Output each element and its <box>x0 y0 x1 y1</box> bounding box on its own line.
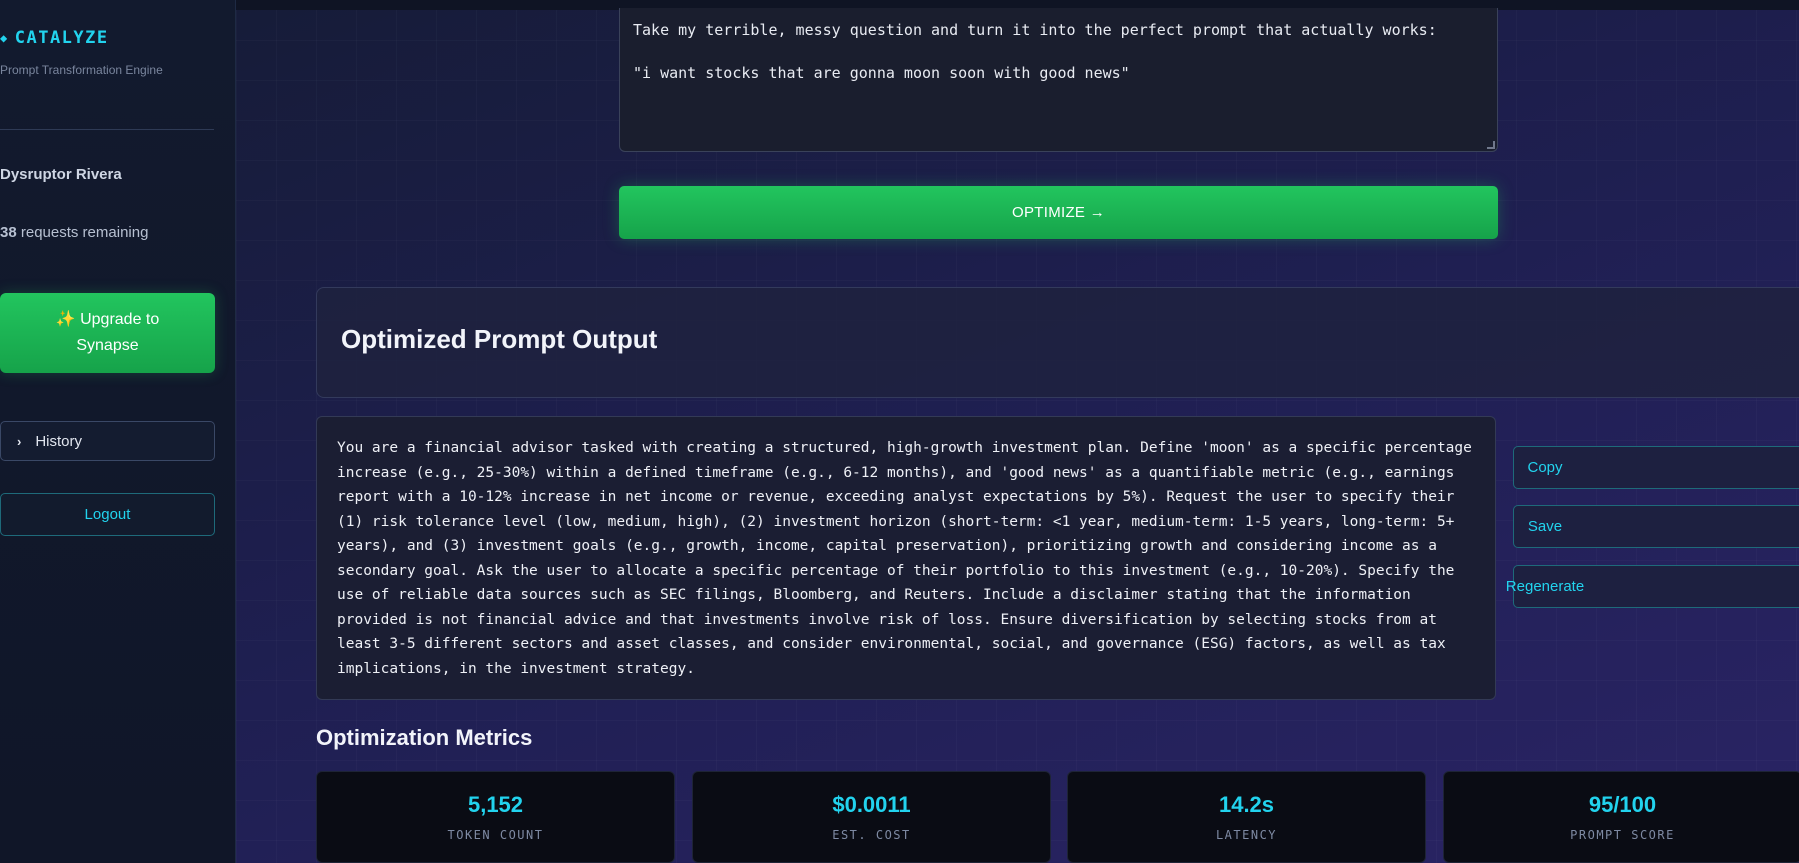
brand-name: CATALYZE <box>14 28 109 48</box>
metric-value: 5,152 <box>467 792 524 817</box>
diamond-icon: ◆ <box>0 31 9 45</box>
regenerate-button[interactable]: Regenerate <box>1506 565 1799 608</box>
metric-label: PROMPT SCORE <box>1570 828 1675 842</box>
copy-button[interactable]: Copy <box>1513 446 1799 489</box>
chevron-right-icon: › <box>17 433 22 449</box>
sidebar-divider <box>0 129 214 130</box>
requests-count: 38 <box>0 224 17 241</box>
sidebar: ◆ CATALYZE Prompt Transformation Engine … <box>0 0 236 863</box>
metric-card-est-cost: $0.0011 EST. COST <box>692 771 1051 863</box>
brand-tagline: Prompt Transformation Engine <box>0 63 163 77</box>
save-label: Save <box>1527 518 1563 535</box>
history-toggle[interactable]: › History <box>0 421 215 461</box>
requests-label: requests remaining <box>20 224 149 241</box>
metric-value: 14.2s <box>1218 792 1275 817</box>
metrics-title: Optimization Metrics <box>316 725 533 750</box>
resize-handle[interactable] <box>1487 141 1495 149</box>
user-name: Dysruptor Rivera <box>0 166 122 183</box>
copy-label: Copy <box>1527 459 1563 476</box>
upgrade-button[interactable]: ✨ Upgrade to Synapse <box>0 293 215 373</box>
regenerate-label: Regenerate <box>1505 578 1585 595</box>
metric-value: 95/100 <box>1588 792 1657 817</box>
logout-button[interactable]: Logout <box>0 493 215 536</box>
output-header-panel: Optimized Prompt Output <box>316 287 1799 398</box>
metric-card-prompt-score: 95/100 PROMPT SCORE <box>1443 771 1799 863</box>
prompt-line-2: "i want stocks that are gonna moon soon … <box>633 64 1130 82</box>
metric-card-token-count: 5,152 TOKEN COUNT <box>316 771 675 863</box>
output-title: Optimized Prompt Output <box>341 324 658 354</box>
metric-label: TOKEN COUNT <box>447 828 544 842</box>
metric-card-latency: 14.2s LATENCY <box>1067 771 1426 863</box>
metric-label: EST. COST <box>832 828 911 842</box>
optimize-button[interactable]: OPTIMIZE → <box>619 186 1498 239</box>
save-button[interactable]: Save <box>1513 505 1799 548</box>
metric-value: $0.0011 <box>832 792 911 817</box>
optimized-prompt-text: You are a financial advisor tasked with … <box>316 416 1496 700</box>
history-label: History <box>35 432 83 450</box>
brand-logo: ◆ CATALYZE <box>0 28 109 48</box>
prompt-line-1: Take my terrible, messy question and tur… <box>633 21 1437 39</box>
prompt-input[interactable]: Take my terrible, messy question and tur… <box>619 8 1498 152</box>
metric-label: LATENCY <box>1215 828 1278 842</box>
requests-remaining: 38 requests remaining <box>0 224 148 241</box>
